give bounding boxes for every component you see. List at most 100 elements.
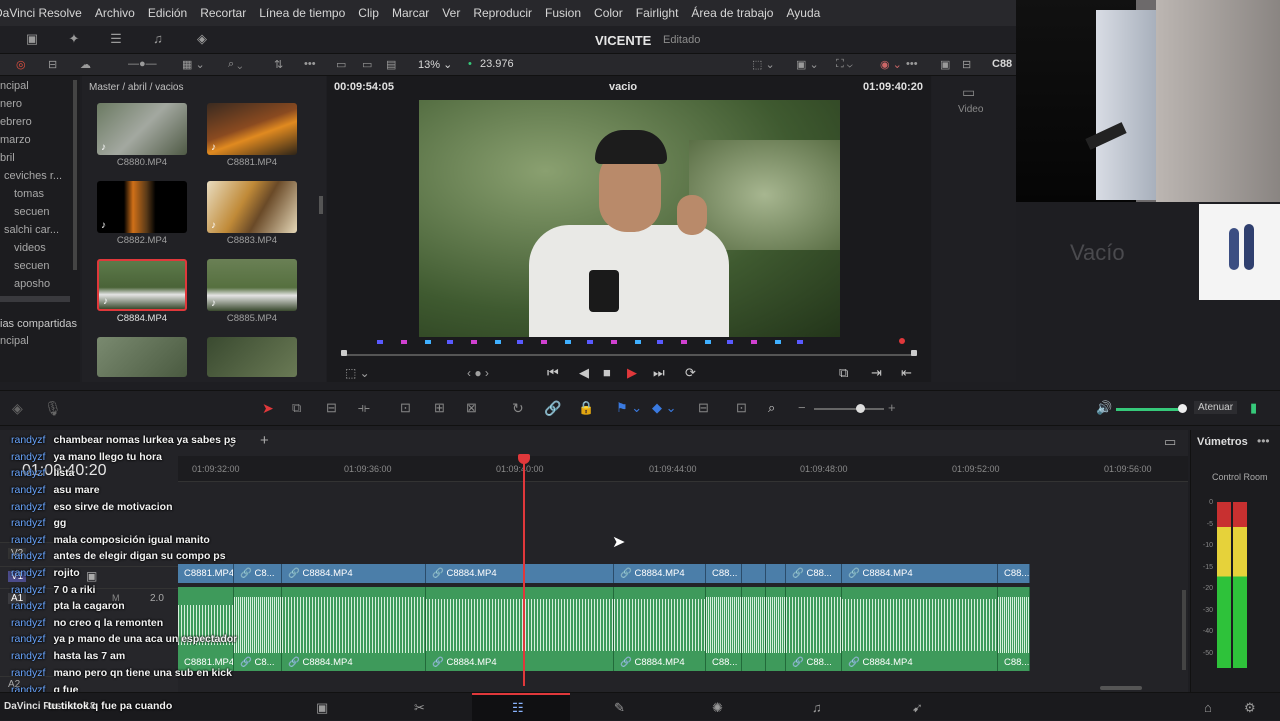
keyframe-icon[interactable]: ◈ (194, 32, 210, 46)
deliver-page-icon[interactable]: ➹ (912, 700, 923, 716)
media-page-icon[interactable]: ▣ (316, 700, 328, 716)
zoom-level[interactable]: 13% ⌄ (418, 58, 452, 71)
audio-clip[interactable]: 🔗 C8884.MP4 (842, 587, 998, 671)
color-page-icon[interactable]: ✺ (712, 700, 723, 716)
zoom-slider-knob[interactable] (856, 404, 865, 413)
viewer-layout-icon[interactable]: ▭ (336, 58, 346, 71)
linked-selection-icon[interactable]: 🔗 (544, 400, 561, 417)
video-clip[interactable]: 🔗 C8884.MP4 (614, 564, 706, 583)
replace-clip-icon[interactable]: ⊠ (466, 400, 477, 416)
marker-icon[interactable]: ◆ ⌄ (652, 400, 677, 416)
menu-fusion[interactable]: Fusion (545, 6, 581, 20)
media-pool-icon[interactable]: ▣ (24, 32, 40, 46)
audio-clip[interactable]: 🔗 C8... (234, 587, 282, 671)
zoom-full-icon[interactable]: ⊟ (698, 400, 709, 416)
volume-slider[interactable] (1116, 408, 1182, 411)
bin-list-scrollbar[interactable] (73, 80, 77, 270)
bin-item[interactable]: marzo (0, 134, 31, 146)
clip-thumbnail-selected[interactable]: ♪ (97, 259, 187, 311)
video-inspector-icon[interactable]: ▭ (962, 84, 975, 101)
audio-clip[interactable]: C88... (998, 587, 1030, 671)
menu-archivo[interactable]: Archivo (95, 6, 135, 20)
video-clip[interactable]: C8881.MP4 (178, 564, 234, 583)
bin-item[interactable]: salchi car... (4, 224, 59, 236)
bin-item[interactable]: tomas (14, 188, 44, 200)
menu-reproducir[interactable]: Reproducir (473, 6, 532, 20)
pool-scrollbar[interactable] (319, 196, 323, 214)
thumbnail-size-slider[interactable]: —●— (128, 58, 157, 70)
match-frame-icon[interactable]: ⧉ (839, 365, 848, 381)
play-icon[interactable]: ▶ (627, 365, 637, 381)
clip-thumbnail[interactable]: ♪ (207, 259, 297, 311)
search-icon[interactable]: ⌕ ⌄ (228, 58, 242, 71)
video-clip[interactable]: 🔗 C8884.MP4 (842, 564, 998, 583)
lock-icon[interactable]: 🔒 (578, 400, 594, 416)
menu-fairlight[interactable]: Fairlight (636, 6, 679, 20)
film-strip-icon[interactable]: ▤ (386, 58, 396, 71)
bin-item[interactable]: secuen (14, 260, 49, 272)
video-frame[interactable] (419, 100, 840, 337)
shared-bins-header[interactable]: ias compartidas (0, 318, 77, 330)
viewer-playhead[interactable] (899, 338, 905, 344)
video-clip[interactable]: 🔗 C8884.MP4 (282, 564, 426, 583)
video-clip[interactable] (766, 564, 786, 583)
timeline-view-icon[interactable]: ▭ (1164, 434, 1176, 450)
bin-item[interactable]: ebrero (0, 116, 32, 128)
bin-item[interactable]: ncipal (0, 335, 29, 347)
bin-item[interactable]: ncipal (0, 80, 29, 92)
zoom-slider[interactable] (814, 408, 884, 410)
mic-icon[interactable]: 🎙 (44, 400, 62, 417)
flag-icon[interactable]: ⚑ ⌄ (616, 400, 642, 416)
video-clip[interactable] (742, 564, 766, 583)
menu-ver[interactable]: Ver (442, 6, 460, 20)
clip-thumbnail[interactable]: ♪ (97, 103, 187, 155)
fairlight-page-icon[interactable]: ♫ (812, 700, 822, 715)
viewer-mode-icon[interactable]: ⬚ ⌄ (752, 58, 775, 71)
viewer-more-icon[interactable]: ••• (906, 58, 918, 70)
add-timeline-icon[interactable]: + (260, 432, 269, 449)
meters-more-icon[interactable]: ••• (1257, 434, 1270, 448)
menu-area-de-trabajo[interactable]: Área de trabajo (691, 6, 773, 20)
clip-thumbnail[interactable]: ♪ (207, 103, 297, 155)
audio-clip[interactable]: C88... (706, 587, 742, 671)
scrubber-start-handle[interactable] (341, 350, 347, 356)
home-icon[interactable]: ⌂ (1204, 700, 1212, 715)
fusion-page-icon[interactable]: ✎ (614, 700, 625, 716)
cloud-icon[interactable]: ☁ (80, 58, 91, 71)
bin-item[interactable]: aposho (14, 278, 50, 290)
clip-thumbnail[interactable] (97, 337, 187, 377)
dual-viewer-icon[interactable]: ▭ (362, 58, 372, 71)
keyframe-icon[interactable]: ◈ (12, 400, 23, 417)
bin-item[interactable]: ceviches r... (4, 170, 62, 182)
dynamic-trim-icon[interactable]: ⊟ (326, 400, 337, 416)
grid-view-icon[interactable]: ▦ ⌄ (182, 58, 205, 71)
video-clip[interactable]: 🔗 C88... (786, 564, 842, 583)
audio-clip[interactable]: 🔗 C8884.MP4 (614, 587, 706, 671)
play-reverse-icon[interactable]: ◀ (579, 365, 589, 381)
color-tag-icon[interactable]: ◎ (16, 58, 26, 71)
menu-recortar[interactable]: Recortar (200, 6, 246, 20)
overlay-icon[interactable]: ▣ ⌄ (796, 58, 819, 71)
timeline-hscroll[interactable] (1100, 686, 1142, 690)
scrubber-end-handle[interactable] (911, 350, 917, 356)
overwrite-clip-icon[interactable]: ⊞ (434, 400, 445, 416)
inspector-layout-icon[interactable]: ▣ (940, 58, 950, 71)
blade-tool-icon[interactable]: ⟛ (358, 400, 370, 416)
sound-library-icon[interactable]: ♫ (150, 32, 166, 46)
transform-icon[interactable]: ⛶ ⌄ (836, 58, 853, 71)
bin-item[interactable]: nero (0, 98, 22, 110)
menu-edicion[interactable]: Edición (148, 6, 187, 20)
meter-icon[interactable]: ▮ (1250, 400, 1257, 416)
audio-clip[interactable]: C8881.MP4 (178, 587, 234, 671)
insert-clip-icon[interactable]: ⊡ (400, 400, 411, 416)
trim-tool-icon[interactable]: ⧉ (292, 400, 301, 416)
stop-icon[interactable]: ■ (603, 365, 611, 380)
menu-clip[interactable]: Clip (358, 6, 379, 20)
timeline-vscroll[interactable] (1182, 590, 1186, 670)
timeline-playhead[interactable] (523, 460, 525, 686)
menu-linea-de-tiempo[interactable]: Línea de tiempo (259, 6, 345, 20)
zoom-in-icon[interactable]: + (888, 400, 896, 415)
viewer-size-icon[interactable]: ⬚ ⌄ (345, 366, 370, 380)
audio-clip[interactable] (766, 587, 786, 671)
video-clip[interactable]: 🔗 C8... (234, 564, 282, 583)
